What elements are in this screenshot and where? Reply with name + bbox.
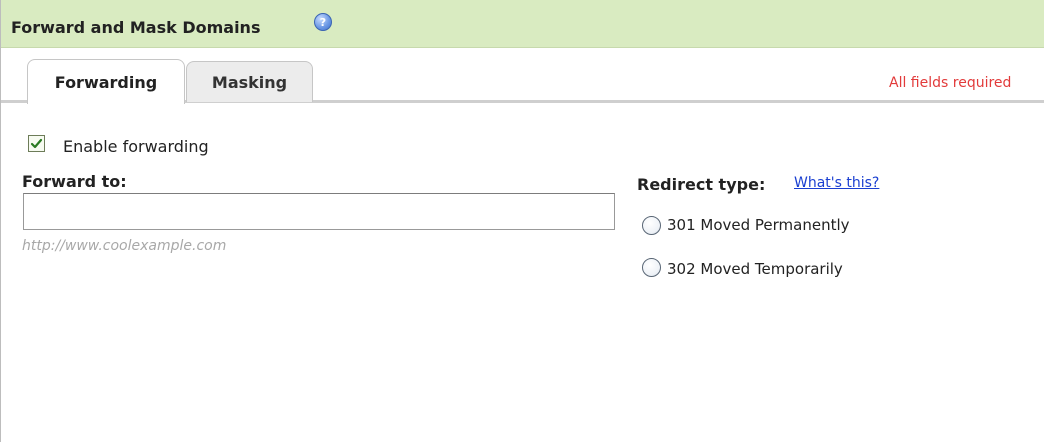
forward-to-label: Forward to: — [22, 172, 127, 191]
whats-this-link[interactable]: What's this? — [794, 175, 879, 191]
required-fields-note: All fields required — [889, 75, 1012, 91]
forward-mask-domains-panel: Forward and Mask Domains ? Forwarding Ma… — [0, 0, 1044, 442]
checkmark-icon — [30, 138, 43, 149]
forward-to-hint: http://www.coolexample.com — [22, 238, 227, 254]
redirect-301-radio[interactable] — [642, 216, 661, 235]
enable-forwarding-label[interactable]: Enable forwarding — [63, 137, 209, 156]
redirect-302-radio[interactable] — [642, 258, 661, 277]
redirect-302-label[interactable]: 302 Moved Temporarily — [667, 260, 843, 278]
tab-masking[interactable]: Masking — [186, 61, 313, 102]
panel-header: Forward and Mask Domains ? — [1, 0, 1044, 48]
redirect-301-label[interactable]: 301 Moved Permanently — [667, 216, 850, 234]
panel-title: Forward and Mask Domains — [11, 18, 261, 37]
redirect-type-label: Redirect type: — [637, 175, 766, 194]
enable-forwarding-checkbox[interactable] — [28, 135, 45, 152]
forward-to-input[interactable] — [23, 193, 615, 230]
tab-forwarding[interactable]: Forwarding — [27, 59, 185, 104]
help-circle-icon[interactable]: ? — [314, 13, 332, 31]
